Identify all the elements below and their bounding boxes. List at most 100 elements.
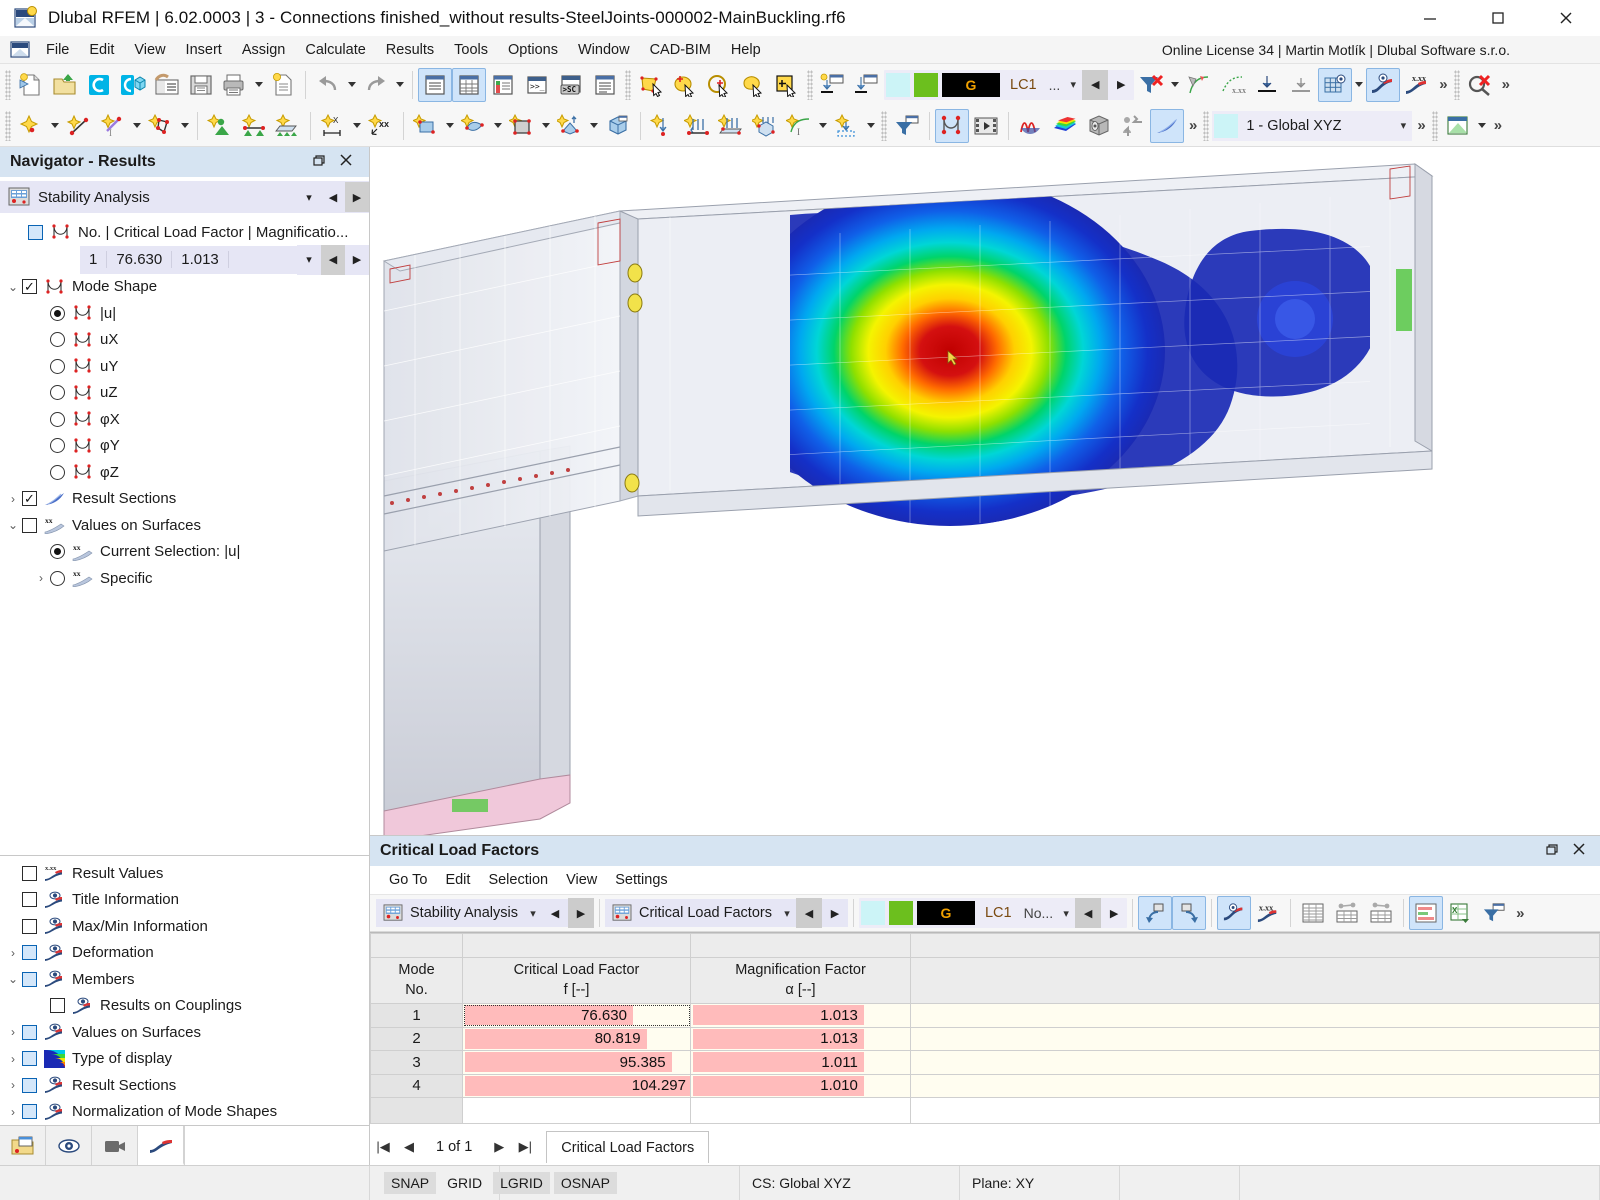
pager-next-button[interactable]: ▶ — [486, 1139, 512, 1155]
results-analysis-combo[interactable]: Stability Analysis ▾ ◀ ▶ — [376, 898, 594, 928]
results-table-combo[interactable]: Critical Load Factors ▾ ◀ ▶ — [605, 898, 848, 928]
tree-row[interactable]: ⌄ Members — [0, 966, 369, 993]
radio-button[interactable] — [50, 544, 65, 560]
checkbox[interactable] — [50, 998, 65, 1014]
results-menu-edit[interactable]: Edit — [436, 870, 479, 890]
new-opening-button[interactable] — [505, 109, 539, 143]
radio-button[interactable] — [50, 358, 65, 374]
add-to-selection-button[interactable] — [770, 68, 804, 102]
radio-button[interactable] — [50, 411, 65, 427]
free-load-dropdown-caret[interactable] — [816, 109, 830, 143]
show-results-in-graphic-button[interactable] — [1217, 896, 1252, 930]
results-table-wrapper[interactable]: Mode No. Critical Load Factor f [--] Mag… — [370, 932, 1600, 1129]
toolbar-grip[interactable] — [1431, 110, 1438, 141]
show-result-values-button[interactable]: x.xx — [1400, 68, 1434, 102]
undo-dropdown-caret[interactable] — [345, 68, 359, 102]
checkbox[interactable] — [22, 1077, 37, 1093]
radio-button[interactable] — [50, 385, 65, 401]
table-next-button[interactable]: ▶ — [822, 898, 848, 928]
tree-row[interactable]: › Type of display — [0, 1046, 369, 1073]
menu-calculate[interactable]: Calculate — [295, 39, 375, 61]
show-color-spectrum-button[interactable] — [1048, 109, 1082, 143]
tree-row[interactable]: Max/Min Information — [0, 913, 369, 940]
undo-button[interactable] — [311, 68, 345, 102]
chevron-down-icon[interactable]: ▾ — [297, 244, 321, 275]
minimize-button[interactable] — [1396, 0, 1464, 36]
expander-collapsed-icon[interactable]: › — [4, 1078, 22, 1092]
show-mode-shape-button[interactable] — [935, 108, 969, 143]
mode-value-combo[interactable]: 1 76.630 1.013 ▾ ◀ ▶ — [80, 244, 369, 275]
select-by-window-button[interactable] — [668, 68, 702, 102]
toolbar-overflow-button[interactable]: » — [1434, 76, 1450, 93]
menu-options[interactable]: Options — [498, 39, 568, 61]
analysis-prev-button[interactable]: ◀ — [542, 898, 568, 928]
new-nodal-support-button[interactable] — [203, 109, 237, 143]
filter-dropdown-caret[interactable] — [1168, 68, 1182, 102]
toolbar-overflow-button-2[interactable]: » — [1497, 76, 1513, 93]
project-navigator-tab[interactable] — [0, 1126, 46, 1165]
camera-tab[interactable] — [92, 1126, 138, 1165]
tree-row[interactable]: › Result Sections — [0, 486, 369, 513]
mesh-dropdown-caret[interactable] — [1352, 68, 1366, 102]
table-row-number[interactable]: 3 — [370, 1050, 463, 1075]
toolbar-grip[interactable] — [5, 69, 11, 100]
menu-help[interactable]: Help — [721, 39, 771, 61]
tree-row[interactable]: › Normalization of Mode Shapes — [0, 1099, 369, 1126]
tree-row[interactable]: › Result Sections — [0, 1072, 369, 1099]
column-header-magnification-factor[interactable]: Magnification Factor α [--] — [690, 957, 911, 1004]
checkbox[interactable] — [22, 945, 37, 961]
mode-header-checkbox[interactable] — [28, 224, 43, 240]
model-viewport[interactable] — [370, 147, 1600, 835]
results-load-case-combo[interactable]: G LC1 No... ▾ ◀ ▶ — [858, 898, 1128, 928]
navigator-close-icon[interactable] — [337, 153, 355, 171]
solid-dropdown-caret[interactable] — [443, 109, 457, 143]
results-menu-go-to[interactable]: Go To — [380, 870, 436, 890]
chevron-down-icon[interactable]: ▾ — [1394, 119, 1412, 132]
redo-button[interactable] — [359, 68, 393, 102]
cell-critical-load-factor[interactable]: 80.819 — [462, 1026, 691, 1051]
toolbar-grip[interactable] — [5, 110, 11, 141]
table-row-number[interactable]: 4 — [370, 1073, 463, 1098]
new-nodal-load-button[interactable] — [646, 109, 680, 143]
tree-row[interactable]: ⌄ Mode Shape — [0, 274, 369, 301]
load-case-next-button[interactable]: ▶ — [1108, 70, 1134, 100]
new-solid-button[interactable] — [409, 109, 443, 143]
coordinate-system-combo[interactable]: 1 - Global XYZ ▾ — [1212, 110, 1413, 141]
radio-button[interactable] — [50, 438, 65, 454]
excel-dropdown-caret[interactable] — [1475, 109, 1489, 143]
table-row[interactable]: 2 80.819 1.013 — [370, 1026, 1600, 1051]
export-table-to-excel-button[interactable]: X — [1443, 896, 1477, 930]
checkbox[interactable] — [22, 1104, 37, 1120]
checkbox[interactable] — [22, 971, 37, 987]
save-button[interactable] — [184, 68, 218, 102]
expander-expanded-icon[interactable]: ⌄ — [4, 280, 22, 294]
tree-row[interactable]: φX — [0, 406, 369, 433]
table-row[interactable]: 3 95.385 1.011 — [370, 1050, 1600, 1075]
print-button[interactable] — [218, 68, 252, 102]
new-member-button[interactable]: I — [96, 109, 130, 143]
chevron-down-icon[interactable]: ▾ — [778, 907, 796, 920]
results-lc-prev-button[interactable]: ◀ — [1075, 898, 1102, 928]
grid-toggle[interactable]: GRID — [440, 1172, 489, 1194]
show-mesh-button[interactable] — [1318, 67, 1353, 102]
view-tab[interactable] — [46, 1126, 92, 1165]
rfem-model-button[interactable] — [116, 68, 150, 102]
dimension-dropdown-caret[interactable] — [350, 109, 364, 143]
navigator-category-combo[interactable]: Stability Analysis ▾ ◀ ▶ — [0, 181, 369, 213]
column-header-mode[interactable]: Mode No. — [370, 957, 463, 1004]
cell-critical-load-factor[interactable]: 95.385 — [462, 1050, 691, 1075]
toolbar-grip[interactable] — [625, 69, 631, 100]
radio-button[interactable] — [50, 464, 65, 480]
animate-button[interactable] — [969, 109, 1003, 143]
maximize-button[interactable] — [1464, 0, 1532, 36]
new-line-button[interactable] — [62, 109, 96, 143]
table-row[interactable]: 4 104.297 1.010 — [370, 1073, 1600, 1098]
load-case-prev-button[interactable]: ◀ — [1082, 69, 1109, 100]
expander-collapsed-icon[interactable]: › — [4, 1025, 22, 1039]
checkbox[interactable] — [22, 517, 37, 533]
mode-next-button[interactable]: ▶ — [345, 244, 369, 275]
new-node-button[interactable] — [14, 109, 48, 143]
toolbar-overflow-button-4[interactable]: » — [1412, 117, 1428, 134]
table-row-number[interactable]: 2 — [370, 1026, 463, 1051]
tree-row[interactable]: ⌄ xx Values on Surfaces — [0, 512, 369, 539]
